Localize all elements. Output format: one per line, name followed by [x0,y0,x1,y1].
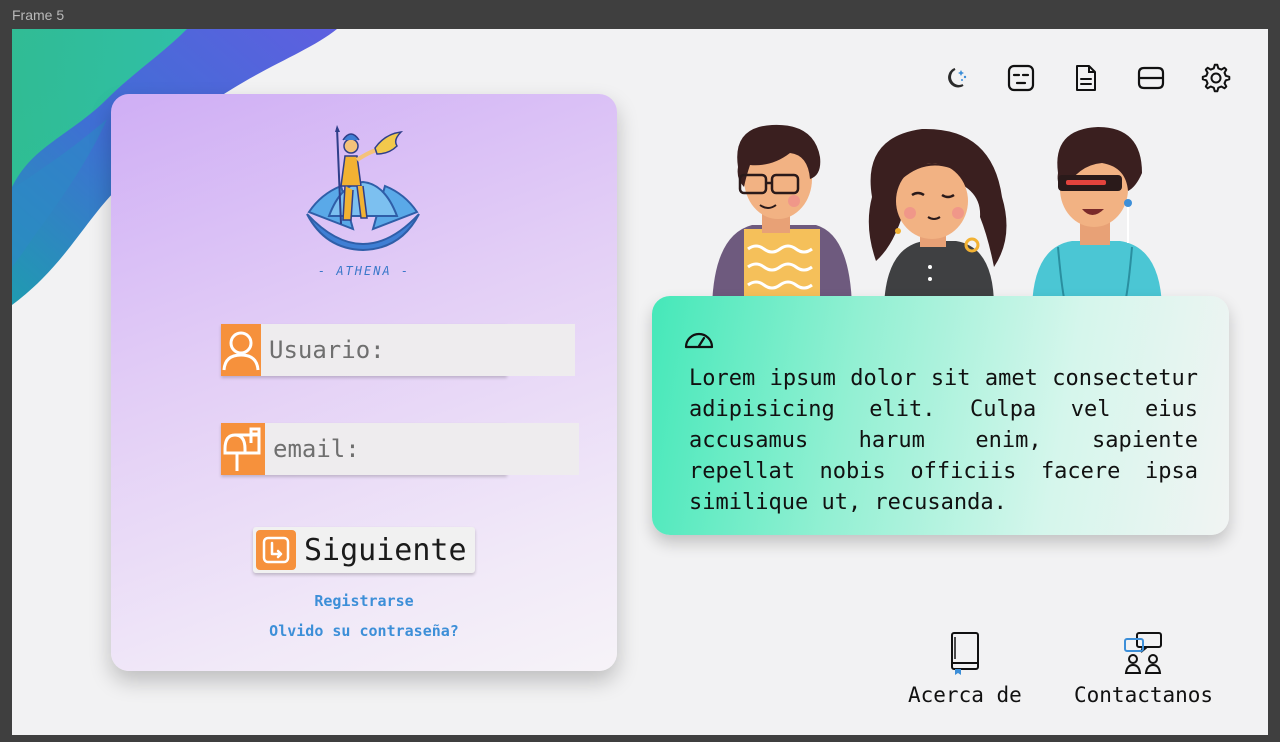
contact-nav[interactable]: Contactanos [1074,631,1213,707]
enter-icon [256,530,296,570]
moon-stars-icon[interactable] [939,61,972,94]
next-button-label: Siguiente [304,532,467,568]
canvas: - ATHENA - Usuario: email: Siguiente Reg… [12,29,1268,735]
speedometer-icon [684,332,714,349]
people-illustration [712,124,1162,307]
register-link[interactable]: Registrarse [111,592,617,610]
username-input[interactable] [261,324,575,376]
frame-label: Frame 5 [12,7,65,23]
email-field [221,423,579,475]
info-card: Lorem ipsum dolor sit amet consectetur a… [652,296,1229,535]
athena-logo [306,125,420,252]
document-icon[interactable] [1069,61,1102,94]
next-button[interactable]: Siguiente [253,527,475,573]
top-toolbar [939,61,1232,94]
email-input[interactable] [265,423,579,475]
about-label: Acerca de [908,683,1022,707]
logo-text: - ATHENA - [317,264,411,278]
gear-icon[interactable] [1199,61,1232,94]
contact-people-icon [1123,632,1162,674]
inbox-icon[interactable] [1134,61,1167,94]
contact-label: Contactanos [1074,683,1214,707]
forgot-password-link[interactable]: Olvido su contraseña? [111,622,617,640]
book-icon [950,632,979,675]
info-text: Lorem ipsum dolor sit amet consectetur a… [689,366,1198,515]
user-icon [221,324,261,376]
about-nav[interactable]: Acerca de [908,631,1022,707]
username-field [221,324,575,376]
login-card: - ATHENA - Usuario: email: Siguiente Reg… [111,94,617,671]
mailbox-icon [221,423,265,475]
sleepy-face-icon[interactable] [1004,61,1037,94]
